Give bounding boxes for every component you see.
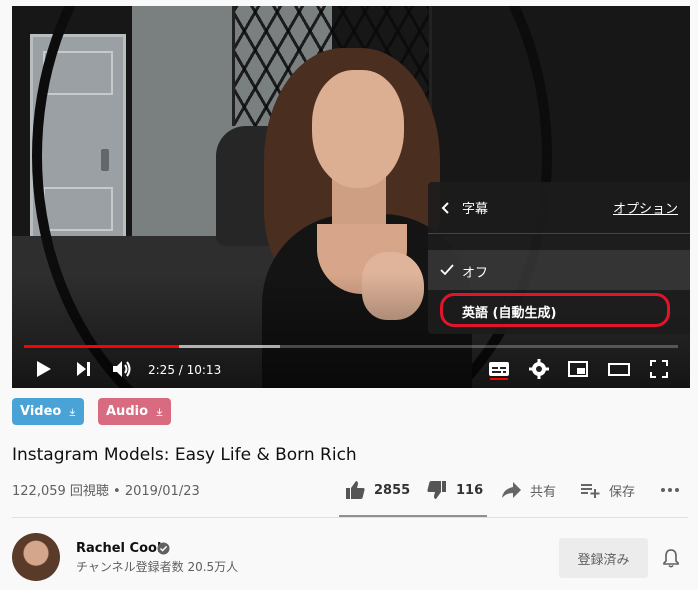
theater-icon[interactable] [608,358,630,380]
channel-avatar[interactable] [12,533,60,581]
more-icon[interactable] [659,479,681,501]
thumbs-up-icon [346,481,365,499]
video-player[interactable]: 字幕 オプション オフ 英語 (自動生成) 2:25 / 10:13 [12,6,690,388]
subtitles-icon[interactable] [488,358,510,380]
download-icon [69,408,76,416]
menu-item-label: オフ [462,266,489,281]
progress-bar[interactable] [24,345,678,348]
menu-item-english-auto[interactable]: 英語 (自動生成) [428,290,690,330]
video-meta: 122,059 回視聴 • 2019/01/23 [12,484,200,499]
bell-icon[interactable] [660,547,682,569]
share-label: 共有 [530,484,557,500]
time-display: 2:25 / 10:13 [148,363,222,377]
volume-icon[interactable] [111,358,133,380]
like-button[interactable]: 2855 [344,478,410,502]
download-video-label: Video [20,404,62,419]
fullscreen-icon[interactable] [648,358,670,380]
verified-icon [157,542,170,555]
subscribed-button[interactable]: 登録済み [559,538,648,578]
share-button[interactable]: 共有 [500,478,556,502]
save-button[interactable]: 保存 [579,478,635,502]
settings-icon[interactable] [528,358,550,380]
download-audio-label: Audio [106,404,149,419]
options-link[interactable]: オプション [613,198,678,217]
play-icon[interactable] [32,358,54,380]
progress-played [24,345,179,348]
subscriber-count: チャンネル登録者数 20.5万人 [76,560,239,574]
dislike-count: 116 [456,482,484,498]
thumbs-down-icon [427,481,446,499]
player-controls: 2:25 / 10:13 [12,350,690,388]
highlight-annotation [440,293,670,327]
playlist-add-icon [581,484,600,498]
dislike-button[interactable]: 116 [426,478,483,502]
share-icon [502,482,521,498]
back-chevron-icon[interactable] [440,202,452,214]
menu-header: 字幕 オプション [428,182,690,234]
download-icon [156,408,163,416]
menu-title: 字幕 [462,202,489,217]
check-icon [440,264,454,276]
menu-item-off[interactable]: オフ [428,250,690,290]
like-count: 2855 [374,482,411,498]
subtitle-settings-menu: 字幕 オプション オフ 英語 (自動生成) [428,182,690,334]
divider [12,517,688,518]
miniplayer-icon[interactable] [567,358,589,380]
save-label: 保存 [609,484,636,500]
next-icon[interactable] [72,358,94,380]
download-audio-button[interactable]: Audio [98,398,171,425]
channel-name[interactable]: Rachel Cook [76,541,166,556]
download-video-button[interactable]: Video [12,398,84,425]
video-title: Instagram Models: Easy Life & Born Rich [12,445,357,465]
